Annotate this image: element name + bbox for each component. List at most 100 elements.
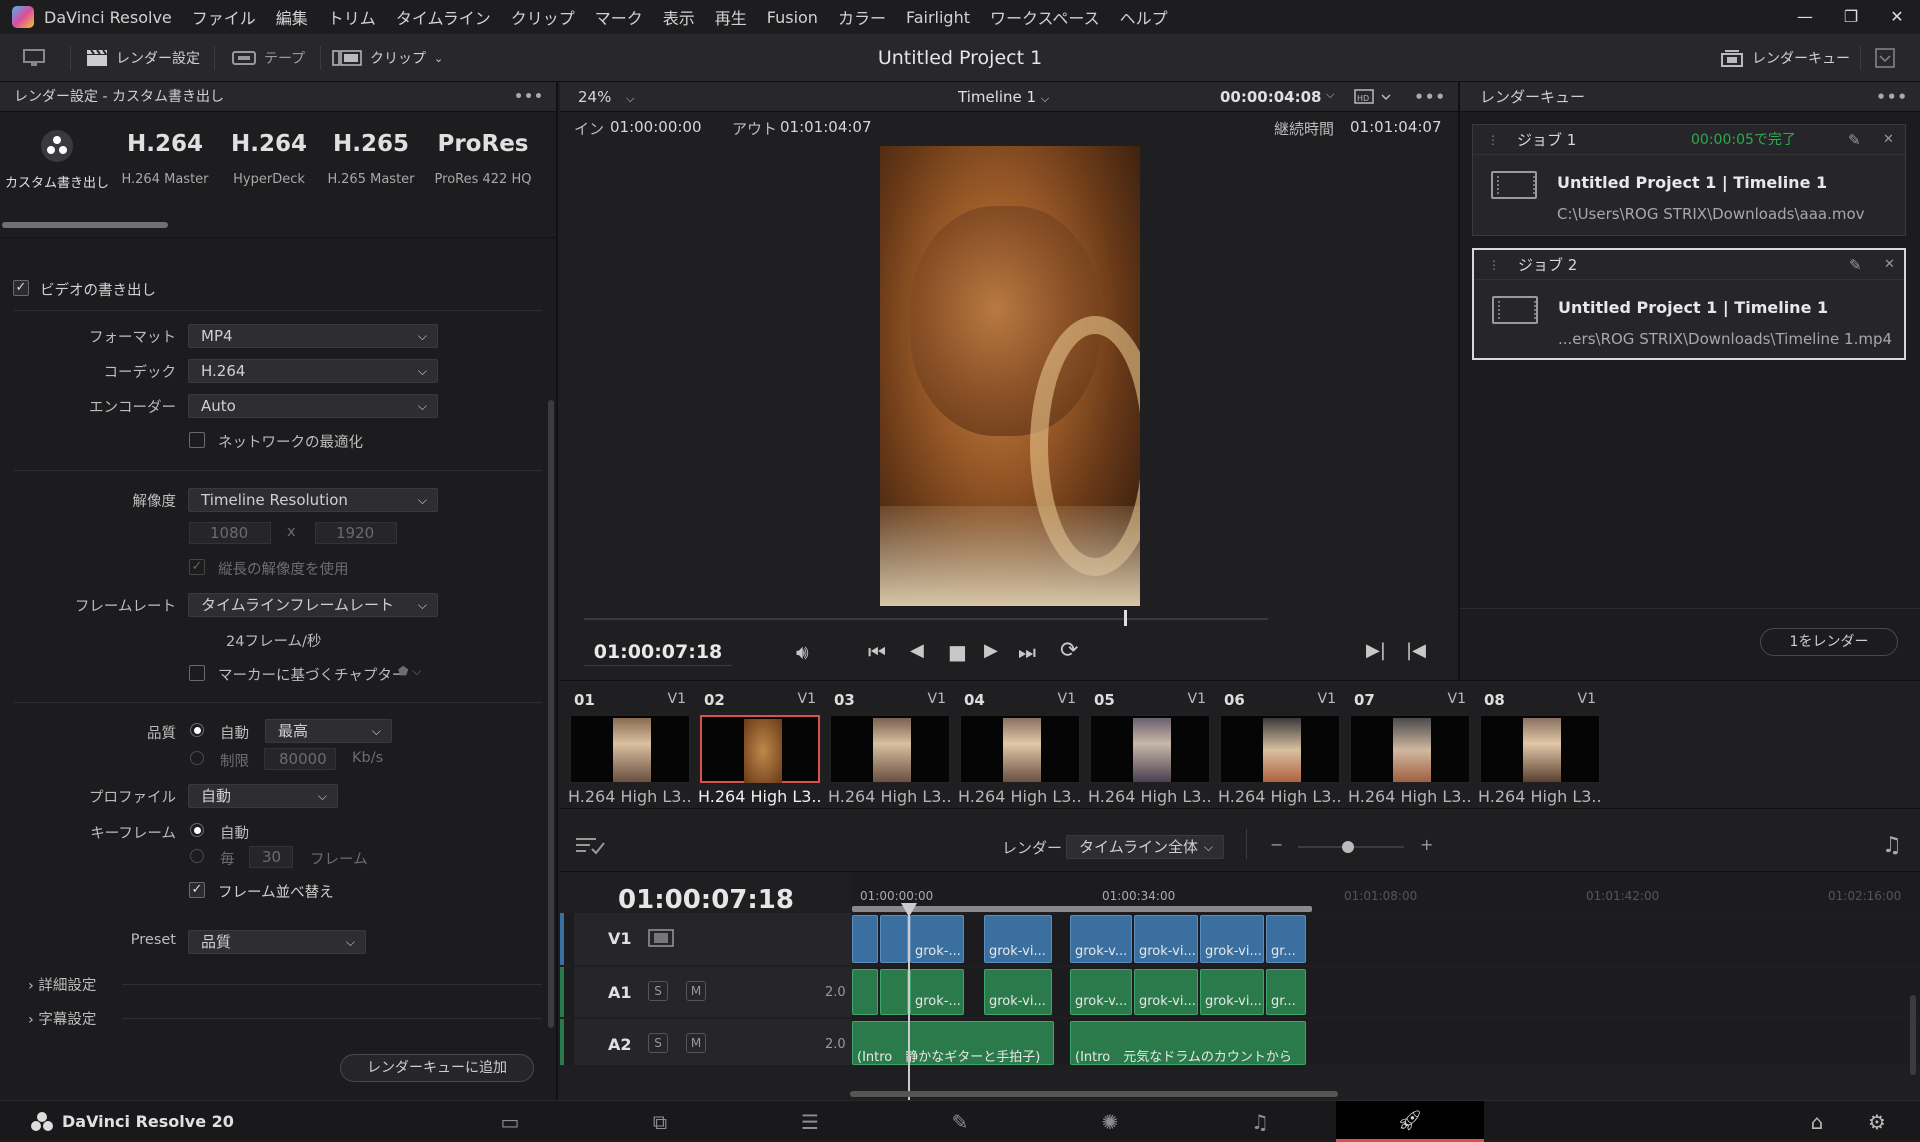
menu-mark[interactable]: マーク xyxy=(585,5,653,29)
settings-scrollbar[interactable] xyxy=(548,400,554,1028)
clip-thumbnail[interactable]: 07 V1 H.264 High L3... xyxy=(1348,687,1472,807)
more-options-icon[interactable]: ••• xyxy=(1414,88,1446,106)
drag-handle-icon[interactable]: ⋮ xyxy=(1487,125,1499,155)
marker-color-icon[interactable]: ⬟ ⌵ xyxy=(398,664,421,679)
menu-fusion[interactable]: Fusion xyxy=(757,8,828,27)
skip-forward-icon[interactable]: ⏭ xyxy=(1018,640,1036,664)
render-scope-dropdown[interactable]: タイムライン全体 ⌵ xyxy=(1066,835,1224,859)
menu-edit[interactable]: 編集 xyxy=(266,5,318,29)
render-button[interactable]: 1をレンダー xyxy=(1760,628,1898,656)
audio-clip[interactable] xyxy=(852,969,878,1015)
mark-out-icon[interactable]: ▶| xyxy=(1366,640,1386,661)
render-queue-button[interactable]: レンダーキュー xyxy=(1720,34,1850,82)
scrubber-track[interactable] xyxy=(584,618,1268,620)
video-clip[interactable]: grok-... xyxy=(910,915,964,963)
stop-icon[interactable]: ■ xyxy=(948,640,967,664)
export-video-checkbox[interactable]: ✓ xyxy=(13,280,29,296)
home-icon[interactable]: ⌂ xyxy=(1792,1101,1842,1142)
zoom-out-icon[interactable]: − xyxy=(1270,835,1283,854)
resolution-dropdown[interactable]: Timeline Resolution ⌵ xyxy=(188,488,438,512)
timeline-scrollbar[interactable] xyxy=(850,1091,1338,1097)
height-input[interactable]: 1920 xyxy=(315,522,397,544)
advanced-settings-toggle[interactable]: › 詳細設定 xyxy=(28,974,96,995)
preset-h265-master[interactable]: H.265 H.265 Master xyxy=(316,120,426,187)
profile-dropdown[interactable]: 自動 ⌵ xyxy=(188,784,338,808)
media-page-icon[interactable]: ▭ xyxy=(436,1101,584,1142)
audio-clip[interactable]: (Intro 静かなギターと手拍子) xyxy=(852,1021,1054,1065)
gear-icon[interactable]: ⚙ xyxy=(1852,1101,1902,1142)
clip-thumbnail[interactable]: 01 V1 H.264 High L3... xyxy=(568,687,692,807)
audio-clip[interactable]: gr... xyxy=(1266,969,1306,1015)
color-page-icon[interactable]: ✺ xyxy=(1036,1101,1184,1142)
video-clip[interactable]: grok-vi... xyxy=(1200,915,1264,963)
render-job[interactable]: ⋮ ジョブ 2 ✎ ✕ Untitled Project 1 | Timelin… xyxy=(1472,248,1906,360)
audio-clip[interactable] xyxy=(880,969,908,1015)
edit-icon[interactable]: ✎ xyxy=(1849,250,1862,280)
quality-auto-radio[interactable] xyxy=(190,723,204,737)
drag-handle-icon[interactable]: ⋮ xyxy=(1488,250,1500,280)
menu-timeline[interactable]: タイムライン xyxy=(386,5,501,29)
video-clip[interactable]: grok-vi... xyxy=(1134,915,1198,963)
bitrate-input[interactable]: 80000 xyxy=(264,748,336,770)
track-scrollbar[interactable] xyxy=(1910,995,1916,1075)
clips-button[interactable]: クリップ ⌄ xyxy=(332,34,443,82)
clip-thumbnail[interactable]: 03 V1 H.264 High L3... xyxy=(828,687,952,807)
monitor-icon[interactable] xyxy=(22,34,46,82)
volume-icon[interactable]: 🔊︎ xyxy=(796,640,809,664)
close-icon[interactable]: ✕ xyxy=(1874,0,1920,34)
menu-help[interactable]: ヘルプ xyxy=(1110,5,1178,29)
step-back-icon[interactable]: ◀ xyxy=(910,640,924,661)
preset-hyperdeck[interactable]: H.264 HyperDeck xyxy=(214,120,324,187)
play-icon[interactable]: ▶ xyxy=(984,640,998,661)
more-options-icon[interactable]: ••• xyxy=(1876,82,1908,112)
mark-in-icon[interactable]: |◀ xyxy=(1406,640,1426,661)
audio-clip[interactable]: grok-vi... xyxy=(984,969,1052,1015)
preset-custom[interactable]: カスタム書き出し xyxy=(2,120,112,191)
menu-file[interactable]: ファイル xyxy=(182,5,266,29)
expand-panel-icon[interactable] xyxy=(1874,34,1896,82)
edit-page-icon[interactable]: ☰ xyxy=(736,1101,884,1142)
vertical-res-checkbox[interactable]: ✓ xyxy=(189,559,205,575)
mute-button[interactable]: M xyxy=(686,981,706,1001)
subtitle-settings-toggle[interactable]: › 字幕設定 xyxy=(28,1008,96,1029)
preset-prores[interactable]: ProRes ProRes 422 HQ xyxy=(428,120,538,187)
preset-h264-master[interactable]: H.264 H.264 Master xyxy=(110,120,220,187)
deliver-page-icon[interactable]: 🚀︎ xyxy=(1336,1101,1484,1142)
quality-dropdown[interactable]: 最高 ⌵ xyxy=(265,719,392,743)
skip-back-icon[interactable]: ⏮ xyxy=(868,640,886,664)
zoom-in-icon[interactable]: + xyxy=(1420,835,1433,854)
video-clip[interactable] xyxy=(880,915,908,963)
audio-clip[interactable]: grok-v... xyxy=(1070,969,1132,1015)
timeline-playhead[interactable] xyxy=(908,905,910,1101)
format-dropdown[interactable]: MP4 ⌵ xyxy=(188,324,438,348)
solo-button[interactable]: S xyxy=(648,981,668,1001)
menu-trim[interactable]: トリム xyxy=(318,5,386,29)
video-clip[interactable]: grok-v... xyxy=(1070,915,1132,963)
timeline-options-icon[interactable] xyxy=(574,835,606,861)
network-opt-checkbox[interactable] xyxy=(189,432,205,448)
frame-reorder-checkbox[interactable]: ✓ xyxy=(189,882,205,898)
cut-page-icon[interactable]: ⧉ xyxy=(586,1101,734,1142)
tape-button[interactable]: テープ xyxy=(232,34,305,82)
clip-thumbnail[interactable]: 05 V1 H.264 High L3... xyxy=(1088,687,1212,807)
clip-thumbnail[interactable]: 06 V1 H.264 High L3... xyxy=(1218,687,1342,807)
video-clip[interactable]: grok-vi... xyxy=(984,915,1052,963)
keyframe-auto-radio[interactable] xyxy=(190,823,204,837)
hq-display-icon[interactable]: HD xyxy=(1354,88,1394,110)
keyframe-value-input[interactable]: 30 xyxy=(249,846,293,868)
music-note-icon[interactable]: ♫ xyxy=(1882,833,1902,858)
close-icon[interactable]: ✕ xyxy=(1884,250,1895,280)
solo-button[interactable]: S xyxy=(648,1033,668,1053)
more-options-icon[interactable]: ••• xyxy=(514,82,544,112)
fairlight-page-icon[interactable]: ♫ xyxy=(1186,1101,1334,1142)
quality-limit-radio[interactable] xyxy=(190,751,204,765)
fusion-page-icon[interactable]: ✎ xyxy=(886,1101,1034,1142)
clip-thumbnail[interactable]: 08 V1 H.264 High L3... xyxy=(1478,687,1602,807)
codec-dropdown[interactable]: H.264 ⌵ xyxy=(188,359,438,383)
menu-view[interactable]: 表示 xyxy=(653,5,705,29)
loop-icon[interactable]: ⟳ xyxy=(1060,638,1078,663)
menu-fairlight[interactable]: Fairlight xyxy=(896,8,980,27)
preset-scrollbar[interactable] xyxy=(2,222,168,228)
video-clip[interactable]: gr... xyxy=(1266,915,1306,963)
zoom-slider-handle[interactable] xyxy=(1342,841,1354,853)
